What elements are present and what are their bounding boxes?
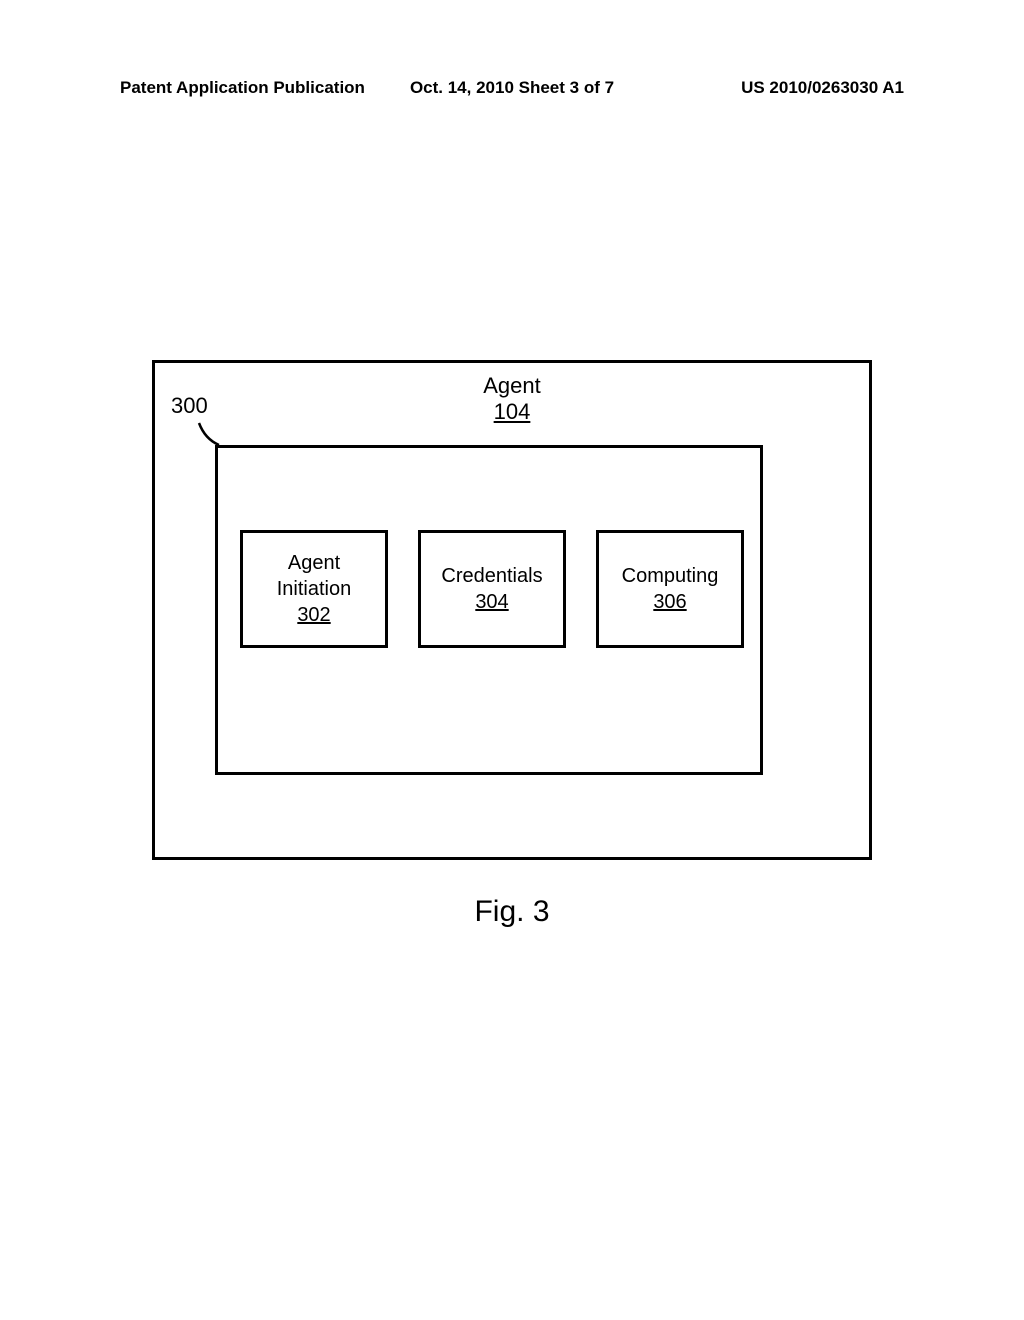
agent-initiation-box: Agent Initiation 302 <box>240 530 388 648</box>
computing-box: Computing 306 <box>596 530 744 648</box>
header-publication-type: Patent Application Publication <box>120 78 381 98</box>
figure-caption: Fig. 3 <box>0 895 1024 929</box>
box1-ref: 302 <box>297 602 330 628</box>
inner-box: Agent Initiation 302 Credentials 304 Com… <box>215 445 763 775</box>
agent-title-label: Agent <box>155 373 869 399</box>
outer-ref-label: 300 <box>171 393 208 419</box>
header-date-sheet: Oct. 14, 2010 Sheet 3 of 7 <box>381 78 642 98</box>
box2-ref: 304 <box>475 589 508 615</box>
outer-box: Agent 104 300 Agent Initiation 302 Crede… <box>152 360 872 860</box>
credentials-box: Credentials 304 <box>418 530 566 648</box>
agent-title: Agent 104 <box>155 373 869 425</box>
agent-title-ref: 104 <box>155 399 869 425</box>
box2-line1: Credentials <box>441 563 542 589</box>
header-publication-number: US 2010/0263030 A1 <box>643 78 904 98</box>
page-header: Patent Application Publication Oct. 14, … <box>0 78 1024 98</box>
box1-line2: Initiation <box>277 576 352 602</box>
box1-line1: Agent <box>288 550 340 576</box>
sub-boxes-row: Agent Initiation 302 Credentials 304 Com… <box>240 530 744 648</box>
box3-line1: Computing <box>622 563 719 589</box>
figure-container: Agent 104 300 Agent Initiation 302 Crede… <box>152 360 872 860</box>
box3-ref: 306 <box>653 589 686 615</box>
